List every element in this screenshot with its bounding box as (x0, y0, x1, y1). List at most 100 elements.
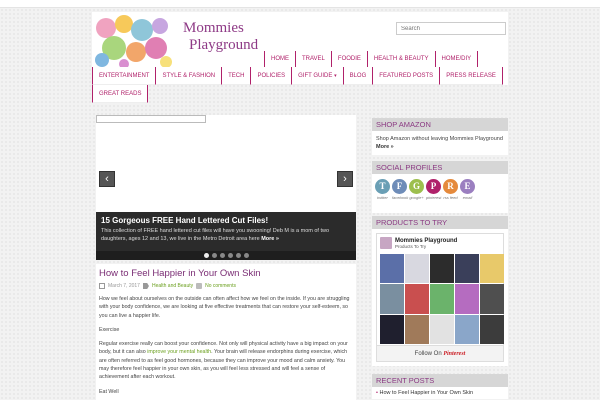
nav-home[interactable]: HOME (264, 51, 296, 67)
nav-entertainment[interactable]: ENTERTAINMENT (92, 67, 157, 85)
post-title[interactable]: How to Feel Happier in Your Own Skin (99, 268, 353, 279)
pin-thumbnail[interactable] (380, 254, 404, 284)
site-logo-text[interactable]: Mommies Playground (183, 20, 258, 54)
pin-thumbnail-grid (380, 254, 504, 344)
nav-tech[interactable]: TECH (222, 67, 252, 85)
post-inline-link[interactable]: improve your mental health (147, 349, 211, 355)
logo-image[interactable] (94, 14, 174, 68)
pinterest-icon: P (426, 179, 441, 194)
rss-link[interactable]: Rrss feed (443, 179, 458, 211)
slider-more-link[interactable]: More » (261, 236, 279, 242)
google-plus-icon: G (409, 179, 424, 194)
pinterest-board-widget: Mommies Playground Products To Try Follo… (372, 229, 508, 366)
slider-dot[interactable] (211, 253, 217, 258)
widget-title-recent: RECENT POSTS (372, 374, 508, 387)
nav-gift-guide-label: GIFT GUIDE (298, 73, 333, 79)
social-label: facebook (392, 195, 409, 200)
page-wrapper: Mommies Playground HOME TRAVEL FOODIE HE… (92, 8, 508, 400)
nav-gift-guide[interactable]: GIFT GUIDE ▾ (292, 67, 344, 85)
pin-board-owner: Mommies Playground (395, 237, 458, 244)
pin-thumbnail[interactable] (405, 254, 429, 284)
slider-dot[interactable] (243, 253, 249, 258)
recent-post-link[interactable]: • How to Feel Happier in Your Own Skin (372, 387, 508, 399)
pin-thumbnail[interactable] (480, 314, 504, 344)
post-comments[interactable]: No comments (205, 283, 236, 289)
nav-blog[interactable]: BLOG (343, 67, 374, 85)
twitter-link[interactable]: Ttwitter (375, 179, 390, 211)
nav-foodie[interactable]: FOODIE (331, 51, 368, 67)
pin-thumbnail[interactable] (455, 284, 479, 314)
social-label: google+ (409, 195, 424, 200)
rss-icon: R (443, 179, 458, 194)
facebook-icon: F (392, 179, 407, 194)
nav-home-diy[interactable]: HOME/DIY (435, 51, 479, 67)
pin-thumbnail[interactable] (430, 314, 454, 344)
social-label: twitter (377, 195, 388, 200)
nav-style-fashion[interactable]: STYLE & FASHION (156, 67, 223, 85)
nav-policies[interactable]: POLICIES (251, 67, 293, 85)
blog-post: How to Feel Happier in Your Own Skin Mar… (96, 264, 356, 400)
nav-great-reads[interactable]: GREAT READS (92, 85, 149, 103)
shop-description: Shop Amazon without leaving Mommies Play… (376, 136, 503, 142)
comment-icon (196, 283, 203, 289)
pin-thumbnail[interactable] (405, 284, 429, 314)
slider-dot[interactable] (203, 253, 209, 258)
email-icon: E (460, 179, 475, 194)
shop-more-link[interactable]: More » (376, 144, 394, 150)
pin-header-text: Mommies Playground Products To Try (395, 238, 457, 249)
pin-thumbnail[interactable] (455, 254, 479, 284)
slider-caption: 15 Gorgeous FREE Hand Lettered Cut Files… (96, 212, 356, 251)
nav-press-release[interactable]: PRESS RELEASE (440, 67, 503, 85)
social-label: email (462, 195, 473, 200)
widget-title-social: SOCIAL PROFILES (372, 161, 508, 174)
pin-thumbnail[interactable] (455, 314, 479, 344)
nav-row-3: GREAT READS (92, 85, 508, 103)
slider-text: This collection of FREE hand lettered cu… (101, 227, 351, 243)
post-category[interactable]: Health and Beauty (152, 283, 193, 289)
nav-health-beauty[interactable]: HEALTH & BEAUTY (367, 51, 436, 67)
pin-thumbnail[interactable] (430, 254, 454, 284)
pin-thumbnail[interactable] (405, 314, 429, 344)
twitter-icon: T (375, 179, 390, 194)
pin-thumbnail[interactable] (380, 284, 404, 314)
pinterest-follow-button[interactable]: Follow On Pinterest (377, 345, 503, 361)
logo-line-2: Playground (189, 37, 259, 53)
widget-social-profiles: SOCIAL PROFILES Ttwitter Ffacebook Ggoog… (372, 161, 508, 213)
logo-line-1: Mommies (183, 20, 244, 36)
search-input[interactable] (396, 22, 506, 35)
pin-board-name: Products To Try (395, 243, 427, 249)
pin-thumbnail[interactable] (480, 254, 504, 284)
post-date: March 7, 2017 (108, 283, 140, 289)
featured-slider: ‹ › 15 Gorgeous FREE Hand Lettered Cut F… (96, 115, 356, 260)
slider-dot[interactable] (227, 253, 233, 258)
pin-thumbnail[interactable] (380, 314, 404, 344)
slider-excerpt: This collection of FREE hand lettered cu… (101, 228, 330, 242)
avatar (380, 237, 392, 249)
post-paragraph: Regular exercise really can boost your c… (99, 340, 353, 381)
google-plus-link[interactable]: Ggoogle+ (409, 179, 424, 211)
slider-title[interactable]: 15 Gorgeous FREE Hand Lettered Cut Files… (101, 216, 351, 225)
nav-row-2: ENTERTAINMENT STYLE & FASHION TECH POLIC… (92, 67, 508, 85)
pin-thumbnail[interactable] (480, 284, 504, 314)
chevron-down-icon: ▾ (334, 73, 337, 79)
pinterest-board[interactable]: Mommies Playground Products To Try Follo… (376, 233, 504, 362)
social-label: rss feed (443, 195, 458, 200)
pinterest-link[interactable]: Ppinterest (426, 179, 441, 211)
facebook-link[interactable]: Ffacebook (392, 179, 409, 211)
social-label: pinterest (426, 195, 442, 200)
pin-thumbnail[interactable] (430, 284, 454, 314)
slider-prev-button[interactable]: ‹ (99, 171, 115, 187)
pin-follow-label: Follow On (414, 351, 442, 357)
widget-recent-posts: RECENT POSTS • How to Feel Happier in Yo… (372, 374, 508, 400)
pinterest-logo: Pinterest (443, 351, 466, 357)
slider-dot[interactable] (219, 253, 225, 258)
nav-featured-posts[interactable]: FEATURED POSTS (373, 67, 441, 85)
nav-travel[interactable]: TRAVEL (296, 51, 332, 67)
email-link[interactable]: Eemail (460, 179, 475, 211)
widget-products-to-try: PRODUCTS TO TRY Mommies Playground Produ… (372, 216, 508, 366)
slider-next-button[interactable]: › (337, 171, 353, 187)
widget-shop-amazon: SHOP AMAZON Shop Amazon without leaving … (372, 118, 508, 164)
widget-title-products: PRODUCTS TO TRY (372, 216, 508, 229)
slider-dot[interactable] (235, 253, 241, 258)
slider-image-frame (96, 115, 206, 123)
